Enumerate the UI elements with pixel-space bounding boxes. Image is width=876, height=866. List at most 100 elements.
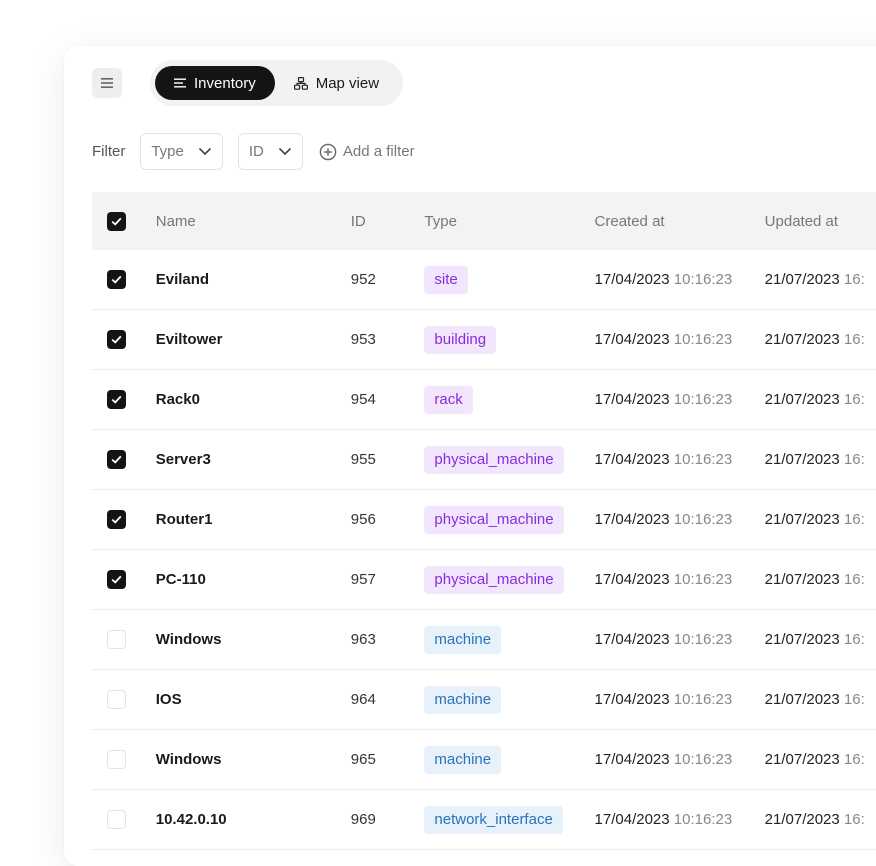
created-date: 17/04/2023 (594, 631, 670, 648)
updated-date: 21/07/2023 (764, 391, 840, 408)
created-date: 17/04/2023 (594, 751, 670, 768)
table-row[interactable]: Windows 963 machine 17/04/2023 10:16:23 21/0… (92, 610, 876, 670)
row-checkbox[interactable] (107, 450, 126, 469)
filter-bar: Filter Type ID Add a filter (92, 133, 415, 170)
table-row[interactable]: 10.42.0.10 969 network_interface 17/04/2023… (92, 790, 876, 850)
created-time: 10:16:23 (673, 331, 733, 348)
row-name: Eviland (155, 271, 210, 288)
created-date: 17/04/2023 (594, 571, 670, 588)
checkmark-icon (111, 275, 122, 284)
id-filter-label: ID (248, 143, 264, 160)
checkmark-icon (111, 575, 122, 584)
updated-time: 16: (843, 811, 865, 828)
row-id: 965 (350, 751, 376, 768)
type-tag: machine (424, 625, 502, 654)
created-date: 17/04/2023 (594, 511, 670, 528)
created-date: 17/04/2023 (594, 811, 670, 828)
table-row[interactable]: Router1 956 physical_machine 17/04/2023 10:… (92, 490, 876, 550)
list-icon (174, 78, 186, 88)
inventory-view-label: Inventory (194, 74, 256, 92)
updated-date: 21/07/2023 (764, 631, 840, 648)
row-id: 963 (350, 631, 376, 648)
created-time: 10:16:23 (673, 631, 733, 648)
inventory-panel: Inventory Map view Filter Type ID Add a … (64, 46, 876, 866)
created-time: 10:16:23 (673, 271, 733, 288)
chevron-down-icon (198, 147, 212, 156)
row-name: Router1 (155, 511, 213, 528)
created-date: 17/04/2023 (594, 271, 670, 288)
created-date: 17/04/2023 (594, 691, 670, 708)
row-id: 957 (350, 571, 376, 588)
column-header-created-at[interactable]: Created at (595, 213, 765, 230)
table-row[interactable]: Eviland 952 site 17/04/2023 10:16:23 21/07/2… (92, 250, 876, 310)
updated-time: 16: (843, 391, 865, 408)
inventory-view-button[interactable]: Inventory (155, 66, 275, 100)
column-header-type[interactable]: Type (424, 213, 594, 230)
row-checkbox[interactable] (107, 690, 126, 709)
chevron-down-icon (278, 147, 292, 156)
type-tag: physical_machine (424, 445, 564, 474)
hierarchy-icon (293, 76, 308, 90)
type-tag: machine (424, 745, 502, 774)
row-name: Windows (155, 631, 222, 648)
updated-date: 21/07/2023 (764, 511, 840, 528)
created-time: 10:16:23 (673, 391, 733, 408)
row-checkbox[interactable] (107, 270, 126, 289)
type-tag: physical_machine (424, 505, 564, 534)
row-checkbox[interactable] (107, 390, 126, 409)
row-checkbox[interactable] (107, 570, 126, 589)
row-id: 952 (350, 271, 376, 288)
type-tag: building (424, 325, 497, 354)
updated-date: 21/07/2023 (764, 271, 840, 288)
add-filter-button[interactable]: Add a filter (319, 143, 415, 161)
toolbar: Inventory Map view (92, 60, 404, 106)
menu-button[interactable] (92, 68, 122, 98)
table-row[interactable]: Windows 965 machine 17/04/2023 10:16:23 21/0… (92, 730, 876, 790)
row-id: 969 (350, 811, 376, 828)
view-toggle: Inventory Map view (150, 60, 404, 106)
row-checkbox[interactable] (107, 330, 126, 349)
type-tag: network_interface (424, 805, 563, 834)
inventory-table: Name ID Type Created at Updated at Evila… (92, 192, 876, 850)
type-tag: physical_machine (424, 565, 564, 594)
row-id: 953 (350, 331, 376, 348)
row-name: IOS (155, 691, 182, 708)
map-view-button[interactable]: Map view (275, 66, 398, 100)
row-name: Server3 (155, 451, 211, 468)
created-time: 10:16:23 (673, 511, 733, 528)
id-filter-select[interactable]: ID (237, 133, 303, 170)
checkmark-icon (111, 335, 122, 344)
select-all-checkbox[interactable] (107, 211, 126, 231)
created-time: 10:16:23 (673, 451, 733, 468)
row-checkbox[interactable] (107, 630, 126, 649)
table-row[interactable]: Server3 955 physical_machine 17/04/2023 10:… (92, 430, 876, 490)
table-row[interactable]: Rack0 954 rack 17/04/2023 10:16:23 21/07/202… (92, 370, 876, 430)
table-row[interactable]: IOS 964 machine 17/04/2023 10:16:23 21/07/20… (92, 670, 876, 730)
checkmark-icon (111, 395, 122, 404)
type-filter-label: Type (151, 143, 184, 160)
updated-date: 21/07/2023 (764, 331, 840, 348)
updated-time: 16: (843, 271, 865, 288)
row-checkbox[interactable] (107, 810, 126, 829)
column-header-id[interactable]: ID (351, 213, 425, 230)
type-tag: machine (424, 685, 502, 714)
table-header: Name ID Type Created at Updated at (92, 192, 876, 250)
type-filter-select[interactable]: Type (140, 133, 223, 170)
updated-date: 21/07/2023 (764, 571, 840, 588)
created-date: 17/04/2023 (594, 331, 670, 348)
created-time: 10:16:23 (673, 811, 733, 828)
updated-time: 16: (843, 451, 865, 468)
hamburger-icon (101, 78, 113, 88)
table-row[interactable]: Eviltower 953 building 17/04/2023 10:16:23 2… (92, 310, 876, 370)
column-header-name[interactable]: Name (156, 213, 351, 230)
filter-label: Filter (92, 143, 126, 160)
updated-time: 16: (843, 691, 865, 708)
column-header-updated-at[interactable]: Updated at (765, 213, 876, 230)
table-row[interactable]: PC-110 957 physical_machine 17/04/2023 10:1… (92, 550, 876, 610)
row-checkbox[interactable] (107, 510, 126, 529)
row-checkbox[interactable] (107, 750, 126, 769)
row-name: 10.42.0.10 (155, 811, 227, 828)
checkmark-icon (111, 217, 122, 226)
row-id: 964 (350, 691, 376, 708)
updated-time: 16: (843, 751, 865, 768)
